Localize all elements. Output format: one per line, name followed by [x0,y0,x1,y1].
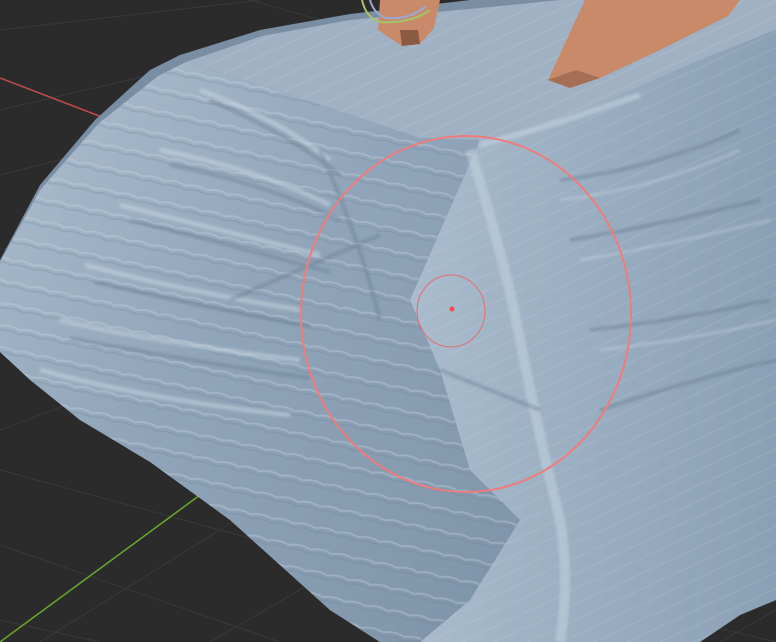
viewport-canvas[interactable] [0,0,776,642]
3d-viewport[interactable] [0,0,776,642]
brush-center-dot [449,306,455,312]
